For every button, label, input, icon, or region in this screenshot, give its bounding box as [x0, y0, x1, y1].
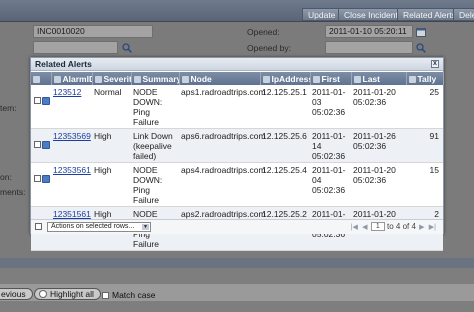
status-band: [0, 258, 474, 268]
alert-info-icon[interactable]: [42, 96, 50, 105]
page-input[interactable]: 1: [370, 222, 385, 231]
column-header-tally[interactable]: Tally: [406, 72, 444, 85]
ip-cell: 12.125.25.1: [260, 85, 310, 129]
last-cell: 2011-01-26 05:02:36: [351, 128, 406, 163]
last-cell: 2011-01-20 05:02:36: [351, 85, 406, 129]
find-previous-button[interactable]: evious: [0, 288, 33, 300]
alarm-id-link[interactable]: 123512: [53, 87, 81, 97]
row-checkbox[interactable]: [34, 175, 41, 183]
severity-cell: Normal: [92, 85, 131, 129]
alarm-id-link[interactable]: 12353561: [53, 165, 91, 175]
comments-label: ments:: [0, 187, 26, 197]
sort-icon: [133, 75, 141, 83]
column-header-alarmid[interactable]: AlarmID: [51, 72, 93, 85]
dialog-footer: Actions on selected rows... ▼ |◀ ◀ 1 to …: [31, 219, 443, 234]
previous-page-icon[interactable]: ◀: [362, 223, 367, 233]
number-field[interactable]: INC0010020: [33, 25, 153, 38]
calendar-icon[interactable]: [416, 27, 426, 37]
tally-cell: 15: [406, 162, 443, 207]
table-row[interactable]: 12353561 High NODE DOWN: Ping Failure ap…: [31, 162, 443, 207]
dialog-title: Related Alerts: [35, 59, 92, 69]
column-header-select[interactable]: [31, 72, 52, 85]
table-row[interactable]: 123512 Normal NODE DOWN: Ping Failure ap…: [31, 85, 443, 129]
on-label: on:: [0, 172, 12, 182]
last-page-icon[interactable]: ▶|: [429, 223, 436, 233]
lookup-field[interactable]: [33, 41, 118, 54]
column-header-node[interactable]: Node: [179, 72, 261, 85]
actions-select[interactable]: Actions on selected rows... ▼: [47, 222, 151, 232]
settings-icon[interactable]: [33, 75, 40, 83]
next-page-icon[interactable]: ▶: [419, 223, 424, 233]
select-all-checkbox[interactable]: [35, 223, 42, 230]
dialog-title-bar: Related Alerts x: [31, 58, 443, 71]
alarm-id-link[interactable]: 12351561: [53, 209, 91, 219]
opened-by-field[interactable]: [325, 41, 413, 54]
sort-icon: [262, 75, 270, 83]
sort-icon: [53, 75, 61, 83]
column-header-last[interactable]: Last: [351, 72, 407, 85]
summary-cell: NODE DOWN: Ping Failure: [131, 85, 179, 129]
table-row[interactable]: 12353569 High Link Down (keepalive faile…: [31, 128, 443, 163]
sort-icon: [312, 75, 320, 83]
ip-cell: 12.125.25.6: [260, 128, 310, 163]
highlight-icon: [39, 290, 47, 298]
column-header-ipaddress[interactable]: IpAddress: [260, 72, 311, 85]
search-icon[interactable]: [122, 43, 132, 53]
node-cell: aps6.radroadtrips.com: [179, 128, 266, 163]
match-case-label: Match case: [112, 290, 156, 300]
sort-icon: [181, 75, 189, 83]
node-cell: aps1.radroadtrips.com: [179, 85, 266, 129]
sort-icon: [408, 75, 416, 83]
first-cell: 2011-01-03 05:02:36: [310, 85, 351, 129]
alert-info-icon[interactable]: [42, 140, 50, 149]
opened-by-label: Opened by:: [247, 43, 291, 53]
form-toolbar: Update Close Incident Related Alerts Del…: [0, 0, 474, 21]
alert-info-icon[interactable]: [42, 174, 50, 183]
last-cell: 2011-01-20 05:02:36: [351, 162, 406, 207]
item-label: tem:: [0, 103, 17, 113]
severity-cell: High: [92, 162, 131, 207]
search-icon[interactable]: [416, 43, 426, 53]
sort-icon: [353, 75, 361, 83]
page-total: to 4 of 4: [387, 222, 416, 231]
first-page-icon[interactable]: |◀: [351, 223, 358, 233]
tally-cell: 91: [406, 128, 443, 163]
alarm-id-link[interactable]: 12353569: [53, 131, 91, 141]
close-icon[interactable]: x: [431, 60, 439, 68]
related-alerts-dialog: Related Alerts x AlarmID Severity Summar…: [30, 57, 444, 251]
table-header: AlarmID Severity Summary Node IpAddress …: [31, 72, 444, 85]
opened-label: Opened:: [247, 27, 280, 37]
close-incident-button[interactable]: Close Incident: [338, 8, 404, 21]
actions-select-label: Actions on selected rows...: [51, 223, 135, 230]
delete-button[interactable]: Dele: [453, 8, 474, 21]
match-case-checkbox[interactable]: [102, 292, 109, 299]
first-cell: 2011-01-14 05:02:36: [310, 128, 351, 163]
pager: |◀ ◀ 1 to 4 of 4 ▶ ▶|: [350, 222, 437, 232]
row-checkbox[interactable]: [34, 97, 41, 105]
opened-field[interactable]: 2011-01-10 05:20:11: [325, 25, 413, 38]
first-cell: 2011-01-04 05:02:36: [310, 162, 351, 207]
tally-cell: 25: [406, 85, 443, 129]
column-header-severity[interactable]: Severity: [92, 72, 132, 85]
update-button[interactable]: Update: [302, 8, 342, 21]
severity-cell: High: [92, 128, 131, 163]
summary-cell: NODE DOWN: Ping Failure: [131, 162, 179, 207]
node-cell: aps4.radroadtrips.com: [179, 162, 266, 207]
chevron-down-icon: ▼: [142, 224, 149, 230]
column-header-first[interactable]: First: [310, 72, 352, 85]
highlight-all-label: Highlight all: [50, 289, 94, 299]
match-case-option[interactable]: Match case: [102, 290, 155, 300]
sort-icon: [94, 75, 102, 83]
row-checkbox[interactable]: [34, 141, 41, 149]
highlight-all-button[interactable]: Highlight all: [34, 288, 101, 300]
ip-cell: 12.125.25.4: [260, 162, 310, 207]
column-header-summary[interactable]: Summary: [131, 72, 180, 85]
summary-cell: Link Down (keepalive failed): [131, 128, 179, 163]
